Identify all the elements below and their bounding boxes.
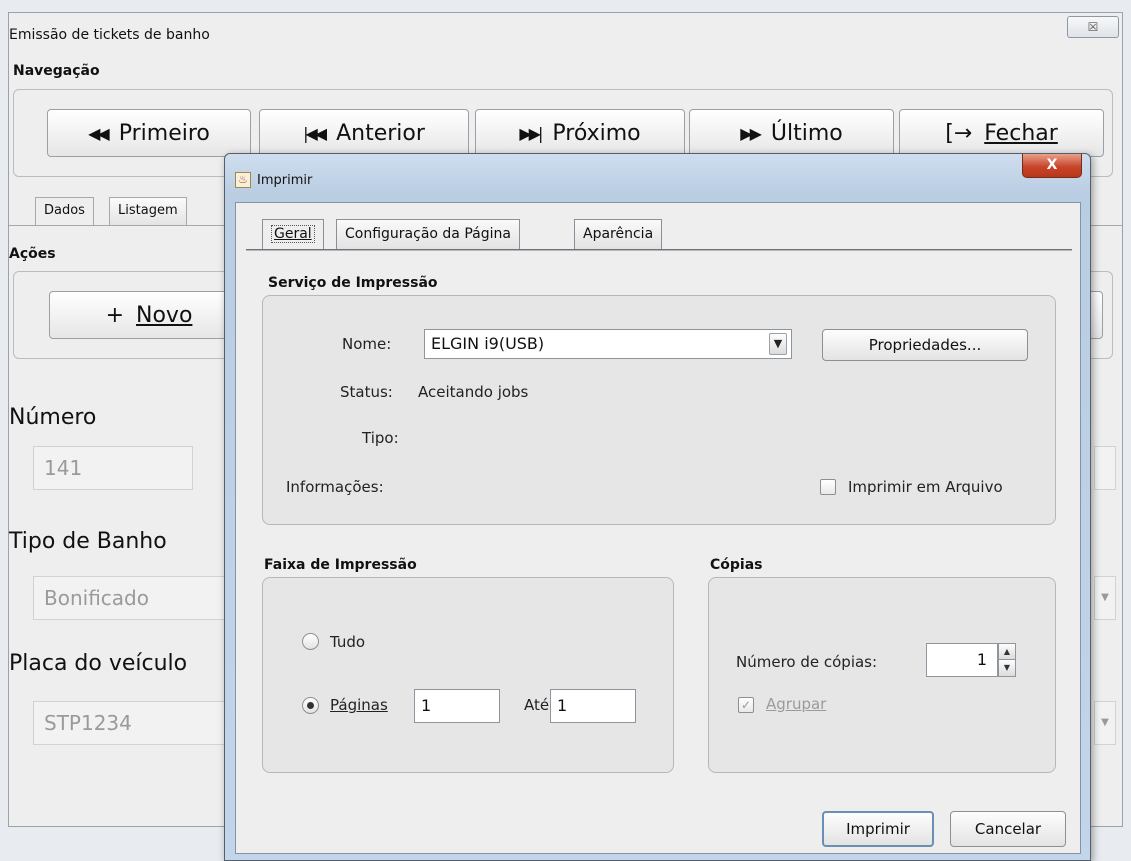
type-label: Tipo: [362,429,399,447]
skip-forward-icon: ▶▶| [519,123,543,143]
close-window-button[interactable]: [→ Fechar [899,109,1104,157]
hidden-action-button[interactable] [1089,291,1103,339]
tab-dados[interactable]: Dados [35,197,94,225]
spinner-down-icon[interactable]: ▼ [998,660,1016,677]
first-button-label: Primeiro [118,120,210,146]
new-button-label: Novo [136,302,193,328]
plus-icon: + [105,302,125,328]
print-dialog: ♨ Imprimir X Geral Configuração da Págin… [224,153,1091,861]
tab-listagem[interactable]: Listagem [109,197,187,225]
name-label: Nome: [342,335,392,353]
rewind-icon: ◀◀ [88,123,110,143]
print-range-group [262,577,674,773]
window-title: Emissão de tickets de banho [9,27,210,43]
navigation-label: Navegação [13,63,100,79]
info-label: Informações: [286,478,384,496]
copies-count-label: Número de cópias: [736,653,878,671]
placa-select[interactable]: STP1234 [33,701,233,745]
printer-select[interactable]: ELGIN i9(USB) ▼ [424,329,792,359]
print-to-file-label[interactable]: Imprimir em Arquivo [848,478,1003,496]
properties-button[interactable]: Propriedades... [822,329,1028,361]
status-value: Aceitando jobs [418,383,529,401]
close-button[interactable]: ☒ [1067,16,1119,38]
status-label: Status: [340,383,393,401]
java-icon: ♨ [235,172,251,188]
close-icon: X [1046,157,1058,173]
field-right-edge [1094,446,1116,490]
tipo-banho-label: Tipo de Banho [9,529,167,554]
collate-label: Agrupar [766,695,827,713]
chevron-down-icon[interactable]: ▼ [1094,576,1116,620]
tab-underline [246,249,1072,251]
tipo-banho-select[interactable]: Bonificado [33,576,233,620]
numero-input[interactable]: 141 [33,446,193,490]
print-to-file-checkbox[interactable] [820,479,836,495]
last-button[interactable]: ▶▶ Último [689,109,894,157]
skip-back-icon: |◀◀ [303,123,327,143]
copies-count-input[interactable]: 1 [926,643,998,677]
tab-geral[interactable]: Geral [262,219,324,251]
tab-aparencia[interactable]: Aparência [574,219,663,249]
first-button[interactable]: ◀◀ Primeiro [47,109,251,157]
exit-icon: [→ [945,120,973,146]
actions-label: Ações [9,246,56,262]
pages-to-input[interactable]: 1 [550,689,636,723]
numero-label: Número [9,405,97,430]
new-button[interactable]: + Novo [49,291,249,339]
cancel-button[interactable]: Cancelar [950,811,1066,847]
pages-from-input[interactable]: 1 [414,689,500,723]
tab-geral-label: Geral [274,226,312,242]
copies-label: Cópias [710,557,763,573]
pages-radio[interactable] [302,697,319,714]
close-icon: ☒ [1087,20,1099,34]
dialog-content: Geral Configuração da Página Aparência S… [235,202,1081,854]
close-window-button-label: Fechar [984,120,1058,146]
previous-button-label: Anterior [336,120,425,146]
chevron-down-icon: ▼ [769,333,787,355]
dialog-title: Imprimir [257,173,313,188]
all-radio-label[interactable]: Tudo [330,633,365,651]
placa-label: Placa do veículo [9,651,188,676]
all-radio[interactable] [302,633,319,650]
next-button[interactable]: ▶▶| Próximo [475,109,685,157]
spinner-up-icon[interactable]: ▲ [998,643,1016,660]
previous-button[interactable]: |◀◀ Anterior [259,109,469,157]
pages-radio-label[interactable]: Páginas [330,696,388,714]
chevron-down-icon[interactable]: ▼ [1094,701,1116,745]
print-range-label: Faixa de Impressão [264,557,417,573]
next-button-label: Próximo [552,120,641,146]
print-button[interactable]: Imprimir [822,811,934,847]
printer-select-value: ELGIN i9(USB) [431,334,545,353]
to-label: Até [524,696,550,714]
print-service-label: Serviço de Impressão [268,275,438,291]
tab-configuracao-pagina[interactable]: Configuração da Página [336,219,520,249]
fast-forward-icon: ▶▶ [740,123,762,143]
collate-checkbox[interactable]: ✓ [738,697,754,713]
dialog-close-button[interactable]: X [1022,154,1082,178]
last-button-label: Último [770,120,843,146]
